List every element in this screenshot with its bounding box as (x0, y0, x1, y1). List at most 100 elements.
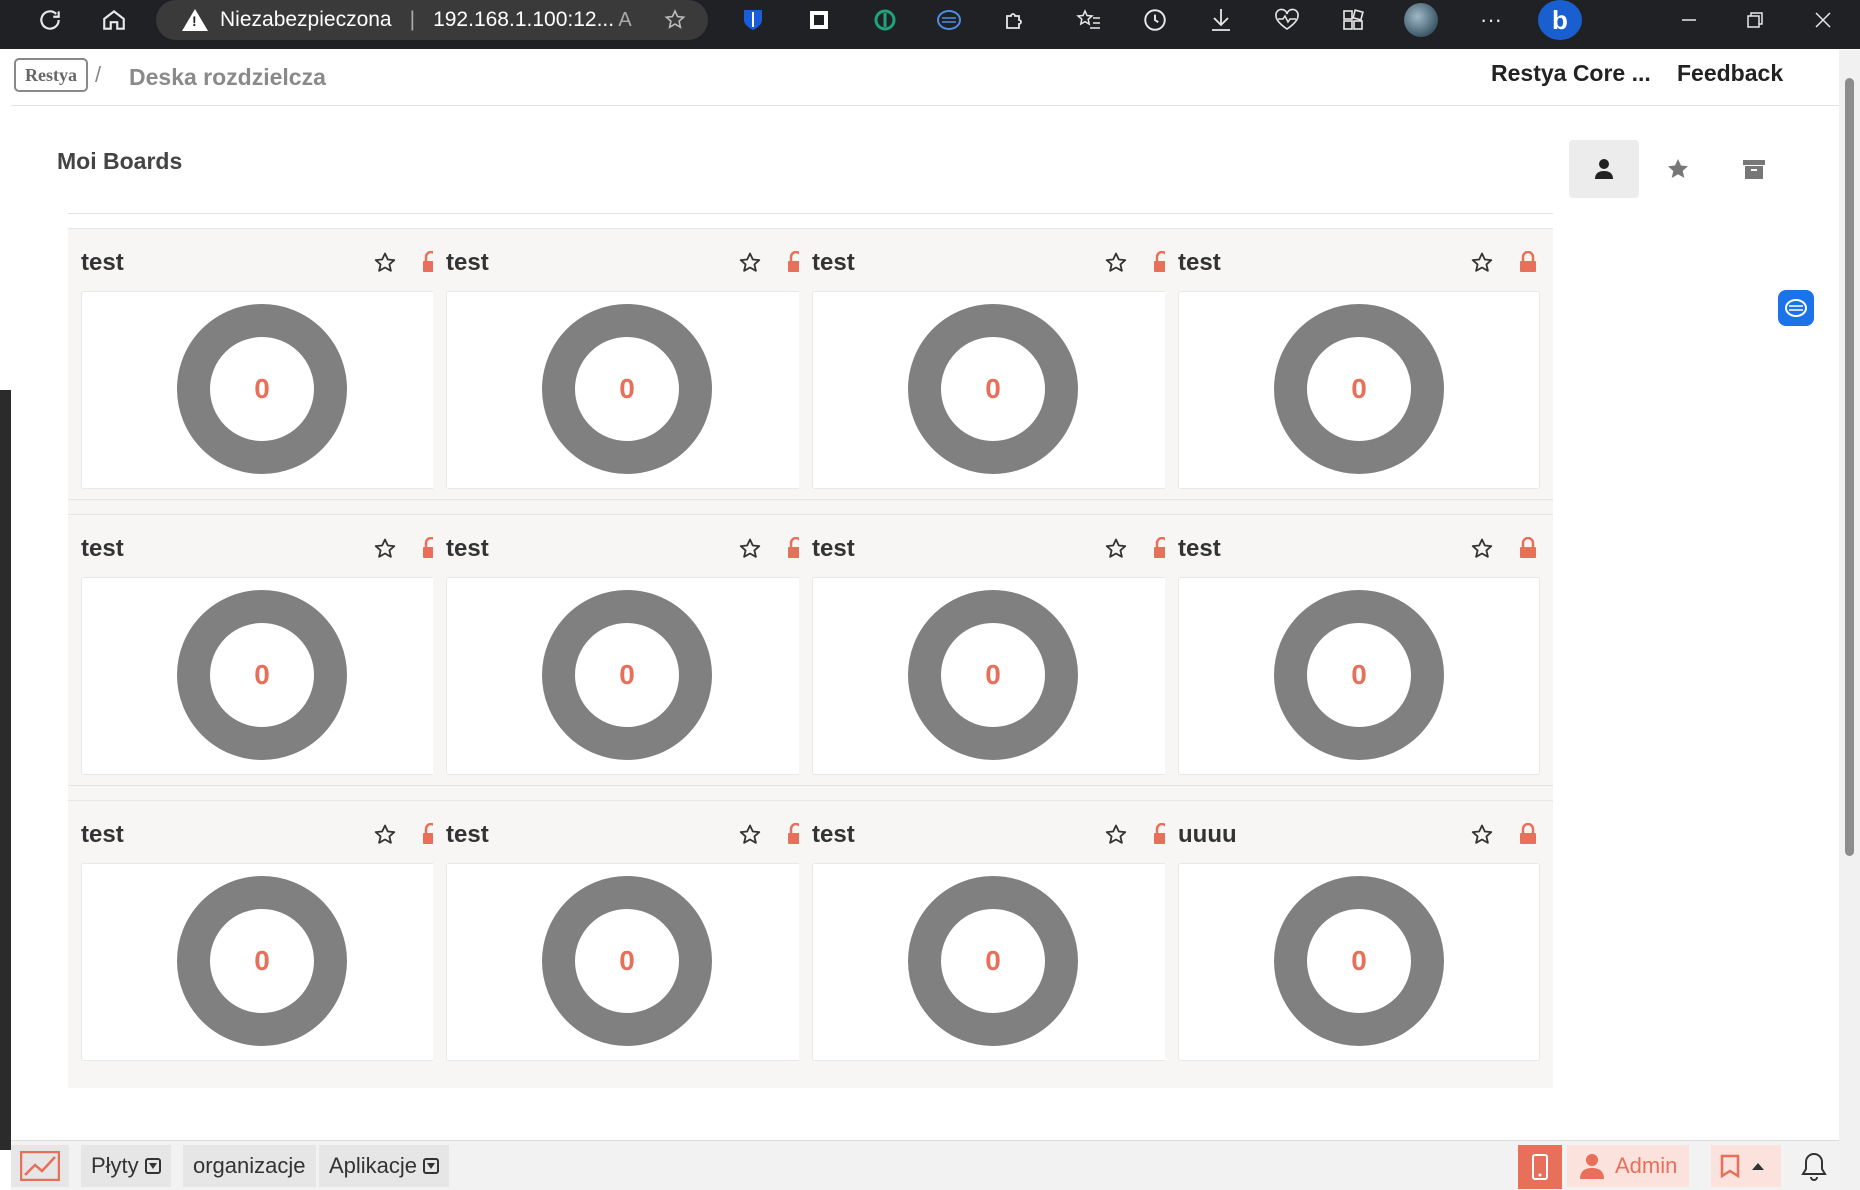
card-count: 0 (1351, 659, 1367, 690)
user-icon (1595, 159, 1613, 179)
breadcrumb[interactable]: Deska rozdzielcza (129, 64, 326, 91)
board-card[interactable]: test 0 (799, 499, 1187, 802)
board-title[interactable]: test (1178, 535, 1221, 563)
board-title[interactable]: test (1178, 249, 1221, 277)
star-icon[interactable] (1470, 823, 1494, 847)
board-card[interactable]: test 0 (799, 213, 1187, 516)
admin-button[interactable]: Admin (1567, 1145, 1690, 1187)
board-title[interactable]: test (81, 821, 124, 849)
lock-icon (1518, 250, 1538, 273)
star-icon[interactable] (1104, 251, 1128, 275)
star-icon[interactable] (738, 251, 762, 275)
starred-boards-tab[interactable] (1643, 140, 1713, 198)
restore-icon[interactable] (1738, 0, 1772, 40)
read-aloud-icon[interactable]: A (610, 0, 640, 40)
download-icon[interactable] (1204, 0, 1238, 40)
restya-logo[interactable]: Restya (14, 58, 88, 92)
bitwarden-icon[interactable] (738, 0, 768, 40)
breadcrumb-separator: / (95, 62, 102, 87)
star-icon[interactable] (373, 537, 397, 561)
board-title[interactable]: test (446, 535, 489, 563)
apps-menu-button[interactable]: Aplikacje (319, 1145, 450, 1187)
puzzle-icon[interactable] (1000, 0, 1030, 40)
board-card[interactable]: test 0 (68, 213, 456, 516)
divider (433, 785, 821, 786)
history-icon[interactable] (1138, 0, 1172, 40)
star-icon[interactable] (373, 823, 397, 847)
star-icon[interactable] (1470, 537, 1494, 561)
more-icon[interactable]: ··· (1474, 0, 1508, 40)
extension-icon[interactable] (804, 0, 834, 40)
minimize-icon[interactable] (1672, 0, 1706, 40)
board-chart-panel: 0 (812, 577, 1174, 775)
board-card[interactable]: test 0 (1165, 499, 1553, 802)
close-icon[interactable] (1806, 0, 1840, 40)
vertical-scrollbar[interactable] (1839, 50, 1860, 1190)
collections-icon[interactable] (1336, 0, 1370, 40)
card-count: 0 (254, 945, 270, 976)
notifications-toggle[interactable] (1711, 1145, 1781, 1187)
organizations-button[interactable]: organizacje (183, 1145, 316, 1187)
board-title[interactable]: test (812, 249, 855, 277)
home-icon[interactable] (94, 0, 134, 40)
brain-icon[interactable] (934, 0, 964, 40)
board-chart-panel: 0 (1178, 577, 1540, 775)
star-icon[interactable] (738, 537, 762, 561)
app-header: Restya / Deska rozdzielcza Restya Core .… (11, 50, 1839, 106)
boards-menu-label: Płyty (91, 1153, 139, 1178)
refresh-icon[interactable] (30, 0, 70, 40)
board-card[interactable]: test 0 (799, 785, 1187, 1088)
favorites-icon[interactable] (1072, 0, 1106, 40)
divider (68, 785, 456, 786)
mobile-icon (1532, 1154, 1548, 1180)
star-icon[interactable] (1104, 823, 1128, 847)
scrollbar-thumb[interactable] (1845, 78, 1854, 856)
star-icon[interactable] (373, 251, 397, 275)
divider (1165, 499, 1553, 500)
star-icon[interactable] (1470, 251, 1494, 275)
board-chart-panel: 0 (81, 291, 443, 489)
restya-core-link[interactable]: Restya Core ... (1491, 60, 1651, 87)
board-card[interactable]: uuuu 0 (1165, 785, 1553, 1088)
bookmark-icon (1720, 1154, 1740, 1178)
star-icon[interactable] (738, 823, 762, 847)
board-card[interactable]: test 0 (433, 213, 821, 516)
my-boards-tab[interactable] (1569, 140, 1639, 198)
lock-icon (1518, 822, 1538, 845)
mobile-button[interactable] (1518, 1145, 1562, 1189)
bing-icon[interactable]: b (1536, 0, 1584, 40)
board-title[interactable]: test (812, 535, 855, 563)
board-chart-panel: 0 (446, 863, 808, 1061)
extension-icon[interactable] (870, 0, 900, 40)
board-card[interactable]: test 0 (68, 499, 456, 802)
board-chart-panel: 0 (446, 577, 808, 775)
archived-boards-tab[interactable] (1719, 140, 1789, 198)
brain-extension-icon[interactable] (1778, 290, 1814, 326)
board-card[interactable]: test 0 (68, 785, 456, 1088)
donut-chart: 0 (908, 304, 1078, 474)
bell-button[interactable] (1789, 1145, 1839, 1187)
star-icon[interactable] (1104, 537, 1128, 561)
board-title[interactable]: test (812, 821, 855, 849)
board-card[interactable]: test 0 (433, 785, 821, 1088)
board-title[interactable]: uuuu (1178, 821, 1237, 849)
profile-icon[interactable] (1402, 0, 1440, 40)
user-icon (1580, 1154, 1604, 1179)
board-title[interactable]: test (446, 249, 489, 277)
card-count: 0 (1351, 373, 1367, 404)
board-title[interactable]: test (446, 821, 489, 849)
activity-button[interactable] (11, 1145, 69, 1187)
board-title[interactable]: test (81, 249, 124, 277)
add-favorite-icon[interactable] (660, 0, 690, 40)
board-title[interactable]: test (81, 535, 124, 563)
board-chart-panel: 0 (1178, 863, 1540, 1061)
boards-menu-button[interactable]: Płyty (81, 1145, 171, 1187)
board-chart-panel: 0 (812, 291, 1174, 489)
feedback-link[interactable]: Feedback (1677, 60, 1783, 87)
security-label: Niezabezpieczona (220, 8, 392, 31)
window-edge (0, 390, 11, 1150)
board-card[interactable]: test 0 (1165, 213, 1553, 516)
board-card[interactable]: test 0 (433, 499, 821, 802)
health-icon[interactable] (1270, 0, 1304, 40)
apps-menu-label: Aplikacje (329, 1153, 418, 1178)
